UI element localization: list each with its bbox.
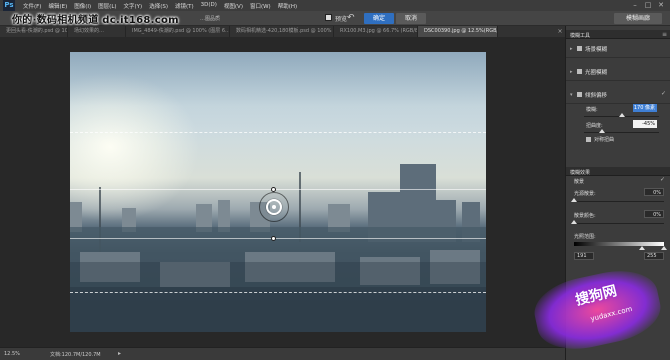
undo-icon[interactable]: ↶ — [347, 13, 355, 23]
menu-file[interactable]: 文件(F) — [23, 2, 41, 10]
menu-help[interactable]: 帮助(H) — [278, 2, 297, 10]
tab-document-3[interactable]: IMG_4849-佚潮的.psd @ 100% (图层 6… — [126, 26, 230, 37]
city-skyline-photo[interactable] — [70, 52, 486, 332]
tilt-shift-row[interactable]: ▾ 倾斜偏移 ✓ — [566, 86, 670, 104]
status-bar: 12.5% 文档:120.7M/120.7M ▸ — [0, 347, 565, 360]
minimize-icon[interactable]: – — [630, 1, 640, 9]
document-tab-bar: 更回头看-佚潮的.psd @ 100% (… 场幻效果的… IMG_4849-佚… — [0, 26, 565, 37]
tab-close-icon[interactable]: × — [556, 26, 564, 37]
preview-label: 预览 — [335, 16, 348, 23]
bokeh-label: 散景 — [574, 179, 585, 185]
field-blur-checkbox[interactable] — [577, 46, 582, 51]
bokeh-color-input[interactable]: 0% — [644, 210, 664, 218]
menu-view[interactable]: 视图(V) — [224, 2, 243, 10]
watermark-text: 你的·数码相机频道 dc.it168.com — [12, 15, 179, 26]
panel-menu-icon[interactable]: ≡ — [662, 31, 667, 38]
iris-blur-checkbox[interactable] — [577, 69, 582, 74]
status-arrow-icon[interactable]: ▸ — [118, 350, 121, 357]
blur-tools-title: 模糊工具 — [570, 33, 591, 39]
menu-filter[interactable]: 滤镜(T) — [175, 2, 194, 10]
blur-pin-center[interactable] — [272, 205, 276, 209]
distortion-slider-knob[interactable] — [599, 129, 605, 133]
blur-amount-input[interactable]: 170 像素 — [633, 104, 657, 112]
blur-amount-label: 模糊: — [586, 107, 598, 113]
maximize-icon[interactable]: □ — [643, 1, 653, 9]
window-controls: – □ ✕ — [627, 1, 666, 9]
tilt-shift-checkbox[interactable] — [577, 92, 582, 97]
site-badge: 搜狗网 yudaxx.com — [520, 255, 670, 360]
menu-layer[interactable]: 图层(L) — [98, 2, 116, 10]
expand-arrow-icon[interactable]: ▸ — [570, 69, 573, 75]
light-bokeh-slider[interactable] — [574, 201, 664, 202]
bokeh-color-label: 散景颜色: — [574, 213, 596, 219]
menu-3d[interactable]: 3D(D) — [201, 2, 217, 10]
iris-blur-label: 光圈模糊 — [585, 70, 608, 76]
bokeh-color-slider[interactable] — [574, 223, 664, 224]
blur-effects-header: 模糊效果 — [566, 167, 670, 176]
tab-document-active[interactable]: DSC00390.jpg @ 12.5%(RGB/8) — [418, 26, 498, 37]
close-icon[interactable]: ✕ — [656, 1, 666, 9]
blur-amount-slider-knob[interactable] — [619, 113, 625, 117]
light-bokeh-input[interactable]: 0% — [644, 188, 664, 196]
field-blur-label: 场景模糊 — [585, 47, 608, 53]
menu-select[interactable]: 选择(S) — [149, 2, 168, 10]
light-bokeh-slider-knob[interactable] — [571, 198, 577, 202]
photoshop-logo: Ps — [3, 0, 15, 11]
tab-document-2[interactable]: 场幻效果的… — [68, 26, 126, 37]
tilt-shift-bottom-handle[interactable] — [271, 236, 276, 241]
bokeh-color-slider-knob[interactable] — [571, 220, 577, 224]
light-range-high-knob[interactable] — [661, 246, 667, 250]
ok-button[interactable]: 确定 — [364, 13, 394, 24]
field-blur-row[interactable]: ▸ 场景模糊 — [566, 40, 670, 58]
tab-document-5[interactable]: RX100.M3.jpg @ 66.7% (RGB/8… — [334, 26, 418, 37]
blur-effects-title: 模糊效果 — [570, 170, 591, 176]
symmetric-distortion-checkbox[interactable] — [586, 137, 591, 142]
cancel-button[interactable]: 取消 — [396, 13, 426, 24]
iris-blur-row[interactable]: ▸ 光圈模糊 — [566, 63, 670, 81]
menu-type[interactable]: 文字(Y) — [124, 2, 143, 10]
tilt-shift-bottom-dashed-line[interactable] — [70, 292, 486, 293]
distortion-slider[interactable] — [584, 132, 659, 133]
foreground-blur-overlay — [70, 262, 486, 332]
preview-checkbox[interactable] — [325, 14, 332, 21]
light-bokeh-label: 光源散景: — [574, 191, 596, 197]
collapse-arrow-icon[interactable]: ▾ — [570, 92, 573, 98]
light-range-low-knob[interactable] — [639, 246, 645, 250]
canvas-area[interactable] — [0, 37, 565, 347]
light-range-label: 光照范围: — [574, 234, 596, 240]
blur-tools-header: 模糊工具 ≡ — [566, 30, 670, 39]
blur-gallery-button[interactable]: 模糊画廊 — [614, 13, 662, 24]
distortion-label: 扭曲度: — [586, 123, 603, 129]
tab-document-1[interactable]: 更回头看-佚潮的.psd @ 100% (… — [0, 26, 68, 37]
menu-edit[interactable]: 编辑(E) — [48, 2, 67, 10]
zoom-level[interactable]: 12.5% — [4, 351, 20, 357]
document-size: 文档:120.7M/120.7M — [50, 352, 101, 358]
expand-arrow-icon[interactable]: ▸ — [570, 46, 573, 52]
light-range-gradient[interactable] — [574, 242, 664, 246]
tilt-shift-top-dashed-line[interactable] — [70, 132, 486, 133]
menu-bar: Ps 文件(F) 编辑(E) 图像(I) 图层(L) 文字(Y) 选择(S) 滤… — [0, 0, 670, 11]
tilt-shift-label: 倾斜偏移 — [585, 93, 608, 99]
menu-image[interactable]: 图像(I) — [74, 2, 91, 10]
tilt-shift-enabled-icon[interactable]: ✓ — [661, 90, 666, 97]
tilt-shift-top-solid-line[interactable] — [70, 189, 486, 190]
symmetric-distortion-label: 对称扭曲 — [594, 137, 615, 143]
menu-items: 文件(F) 编辑(E) 图像(I) 图层(L) 文字(Y) 选择(S) 滤镜(T… — [23, 2, 304, 10]
badge-glow — [529, 262, 666, 358]
options-fragment-text: …图品质 — [200, 16, 221, 22]
tilt-shift-bottom-solid-line[interactable] — [70, 238, 486, 239]
bokeh-enabled-icon[interactable]: ✓ — [660, 176, 665, 183]
tab-document-4[interactable]: 数码相机精选-420,180模板.psd @ 100% (图样… — [230, 26, 334, 37]
menu-window[interactable]: 窗口(W) — [250, 2, 271, 10]
distortion-input[interactable]: -45% — [633, 120, 657, 128]
